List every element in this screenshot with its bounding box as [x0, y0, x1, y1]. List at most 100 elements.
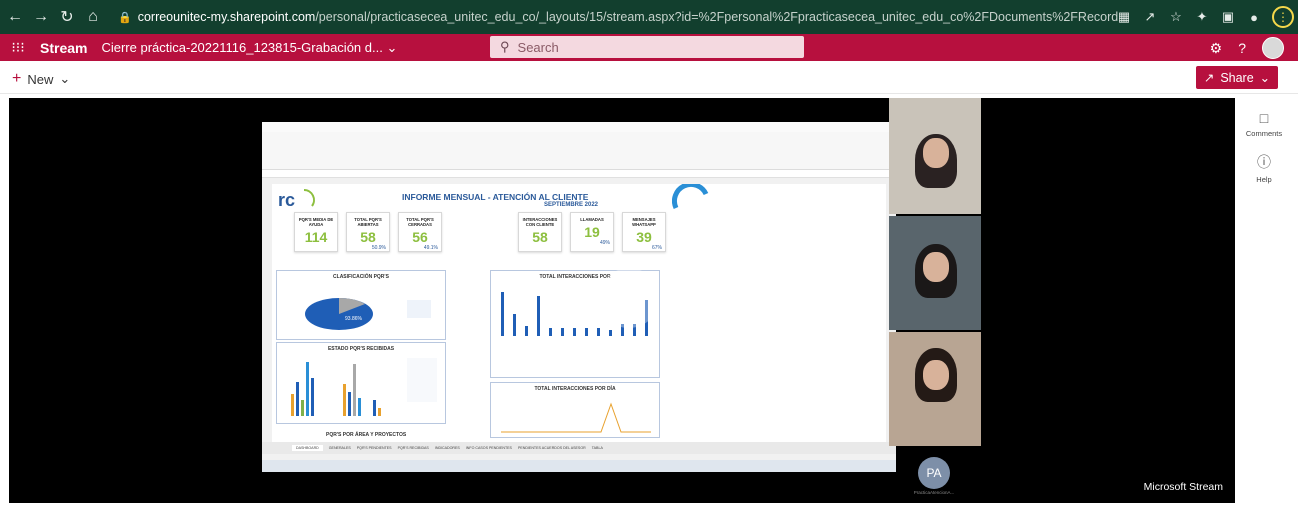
participant-face — [923, 252, 949, 282]
app-name[interactable]: Stream — [40, 40, 87, 56]
kpi-card: LLAMADAS 19 49% — [570, 212, 614, 252]
share-label: Share — [1220, 70, 1254, 85]
participant-face — [923, 138, 949, 168]
share-icon: ↗ — [1203, 71, 1215, 85]
sheet-tab: GENERALES — [328, 446, 351, 450]
comments-button[interactable]: □ Comments — [1241, 110, 1287, 138]
kpi-percent: 67% — [651, 245, 662, 251]
url-path: /personal/practicasecea_unitec_edu_co/_l… — [315, 10, 1118, 24]
excel-titlebar — [262, 122, 896, 132]
excel-dashboard: rc INFORME MENSUAL - ATENCIÓN AL CLIENTE… — [272, 184, 886, 442]
play-button[interactable] — [599, 268, 659, 328]
pie-chart: 93.86% — [305, 298, 431, 330]
suite-bar: ⁝⁝⁝ Stream Cierre práctica-20221116_1238… — [0, 34, 1298, 61]
home-icon[interactable]: ⌂ — [82, 6, 104, 28]
player-brand: Microsoft Stream — [1143, 481, 1223, 493]
pie-percent-label: 93.86% — [345, 316, 363, 322]
browser-toolbar: ← → ↻ ⌂ 🔒 correounitec-my.sharepoint.com… — [0, 0, 1298, 34]
video-player[interactable]: rc INFORME MENSUAL - ATENCIÓN AL CLIENTE… — [9, 98, 1235, 503]
participant-name: PracticaAtencionA... — [913, 490, 955, 495]
sheet-tab: INDICADORES — [434, 446, 460, 450]
url-host: correounitec-my.sharepoint.com — [137, 10, 316, 24]
browser-menu-icon[interactable]: ⋮ — [1272, 6, 1294, 28]
file-title[interactable]: Cierre práctica-20221116_123815-Grabació… — [101, 40, 397, 56]
sheet-tab: INFO CASOS PENDIENTES — [465, 446, 512, 450]
profile-icon[interactable]: ● — [1246, 10, 1262, 25]
kpi-label: INTERACCIONES CON CLIENTE — [522, 217, 558, 227]
participant-avatar: PA — [918, 457, 950, 489]
participant-face — [923, 360, 949, 390]
plus-icon: + — [12, 70, 22, 87]
por-dia-panel: TOTAL INTERACCIONES POR DÍA — [490, 382, 660, 438]
estado-panel: ESTADO PQR'S RECIBIDAS — [276, 342, 446, 424]
extensions-icon[interactable]: ✦ — [1194, 9, 1210, 25]
clasificacion-panel: CLASIFICACIÓN PQR'S 93.86% — [276, 270, 446, 340]
kpi-card: TOTAL PQR'S ABIERTAS 58 50.9% — [346, 212, 390, 252]
comments-label: Comments — [1245, 129, 1283, 138]
participant-video-2 — [889, 216, 981, 330]
new-label: New — [27, 71, 54, 87]
play-icon — [620, 283, 644, 313]
kpi-label: LLAMADAS — [580, 217, 604, 222]
kpi-label: MENSAJES WHATSAPP — [632, 217, 656, 227]
sheet-tab: PQR'S PENDIENTES — [356, 446, 392, 450]
participant-video-3 — [889, 332, 981, 446]
sheet-tab: DASHBOARD — [292, 445, 323, 451]
kpi-percent: 49% — [599, 240, 610, 246]
kpi-card: MENSAJES WHATSAPP 39 67% — [622, 212, 666, 252]
sheet-tabs: DASHBOARD GENERALES PQR'S PENDIENTES PQR… — [262, 442, 896, 454]
sidebar-icon[interactable]: ▣ — [1220, 9, 1236, 25]
back-arrow-icon[interactable]: ← — [4, 6, 26, 28]
bookmark-star-icon[interactable]: ☆ — [1168, 9, 1184, 25]
kpi-label: TOTAL PQR'S ABIERTAS — [354, 217, 382, 227]
kpi-percent: 50.9% — [371, 245, 386, 251]
kpi-label: TOTAL PQR'S CERRADAS — [406, 217, 434, 227]
kpi-value: 39 — [636, 229, 652, 245]
excel-formula-bar — [262, 170, 896, 178]
forward-arrow-icon[interactable]: → — [30, 6, 52, 28]
kpi-card: INTERACCIONES CON CLIENTE 58 — [518, 212, 562, 252]
share-page-icon[interactable]: ↗ — [1142, 9, 1158, 25]
kpi-value: 114 — [304, 229, 328, 245]
help-circle-icon: ⓘ — [1257, 154, 1271, 170]
help-label: Help — [1256, 175, 1272, 184]
address-bar[interactable]: 🔒 correounitec-my.sharepoint.com /person… — [118, 10, 1118, 24]
kpi-card: PQR'S MEDIA DE AYUDA 114 — [294, 212, 338, 252]
share-button[interactable]: ↗ Share ⌄ — [1196, 66, 1278, 89]
kpi-value: 58 — [532, 229, 548, 245]
kpi-value: 58 — [360, 229, 376, 245]
reload-icon[interactable]: ↻ — [56, 6, 78, 28]
kpi-value: 19 — [584, 224, 600, 240]
chevron-down-icon: ⌄ — [386, 39, 398, 55]
user-avatar[interactable] — [1262, 37, 1284, 59]
area-panel-title: PQR'S POR ÁREA Y PROYECTOS — [326, 432, 407, 438]
sheet-tab: PQR'S RECIBIDAS — [397, 446, 429, 450]
shared-taskbar — [262, 460, 896, 472]
install-app-icon[interactable]: ▦ — [1116, 9, 1132, 25]
gauge-arc — [672, 184, 709, 210]
svg-text:rc: rc — [278, 190, 295, 210]
report-subtitle: SEPTIEMBRE 2022 — [544, 202, 599, 208]
kpi-label: PQR'S MEDIA DE AYUDA — [298, 217, 334, 227]
kpi-percent: 49.1% — [423, 245, 438, 251]
app-launcher-icon[interactable]: ⁝⁝⁝ — [0, 39, 36, 56]
excel-ribbon — [262, 132, 896, 170]
chevron-down-icon: ⌄ — [59, 71, 71, 86]
company-logo: rc — [278, 189, 315, 210]
search-icon: ⚲ — [500, 39, 510, 54]
settings-gear-icon[interactable]: ⚙ — [1210, 40, 1223, 57]
participant-video-1 — [889, 98, 981, 214]
help-button[interactable]: ⓘ Help — [1241, 152, 1287, 184]
help-icon[interactable]: ? — [1238, 40, 1246, 56]
comment-icon: □ — [1259, 110, 1269, 126]
sheet-tab: PENDIENTES ACUERDOS DEL ASESOR — [517, 446, 586, 450]
kpi-card: TOTAL PQR'S CERRADAS 56 49.1% — [398, 212, 442, 252]
chevron-down-icon: ⌄ — [1259, 71, 1271, 85]
new-button[interactable]: + New ⌄ — [12, 70, 70, 88]
search-box[interactable]: ⚲ Search — [490, 36, 804, 58]
kpi-value: 56 — [412, 229, 428, 245]
lock-icon: 🔒 — [118, 11, 132, 24]
search-placeholder: Search — [517, 39, 559, 55]
shared-screen: rc INFORME MENSUAL - ATENCIÓN AL CLIENTE… — [262, 122, 896, 472]
sheet-tab: TABLA — [591, 446, 603, 450]
